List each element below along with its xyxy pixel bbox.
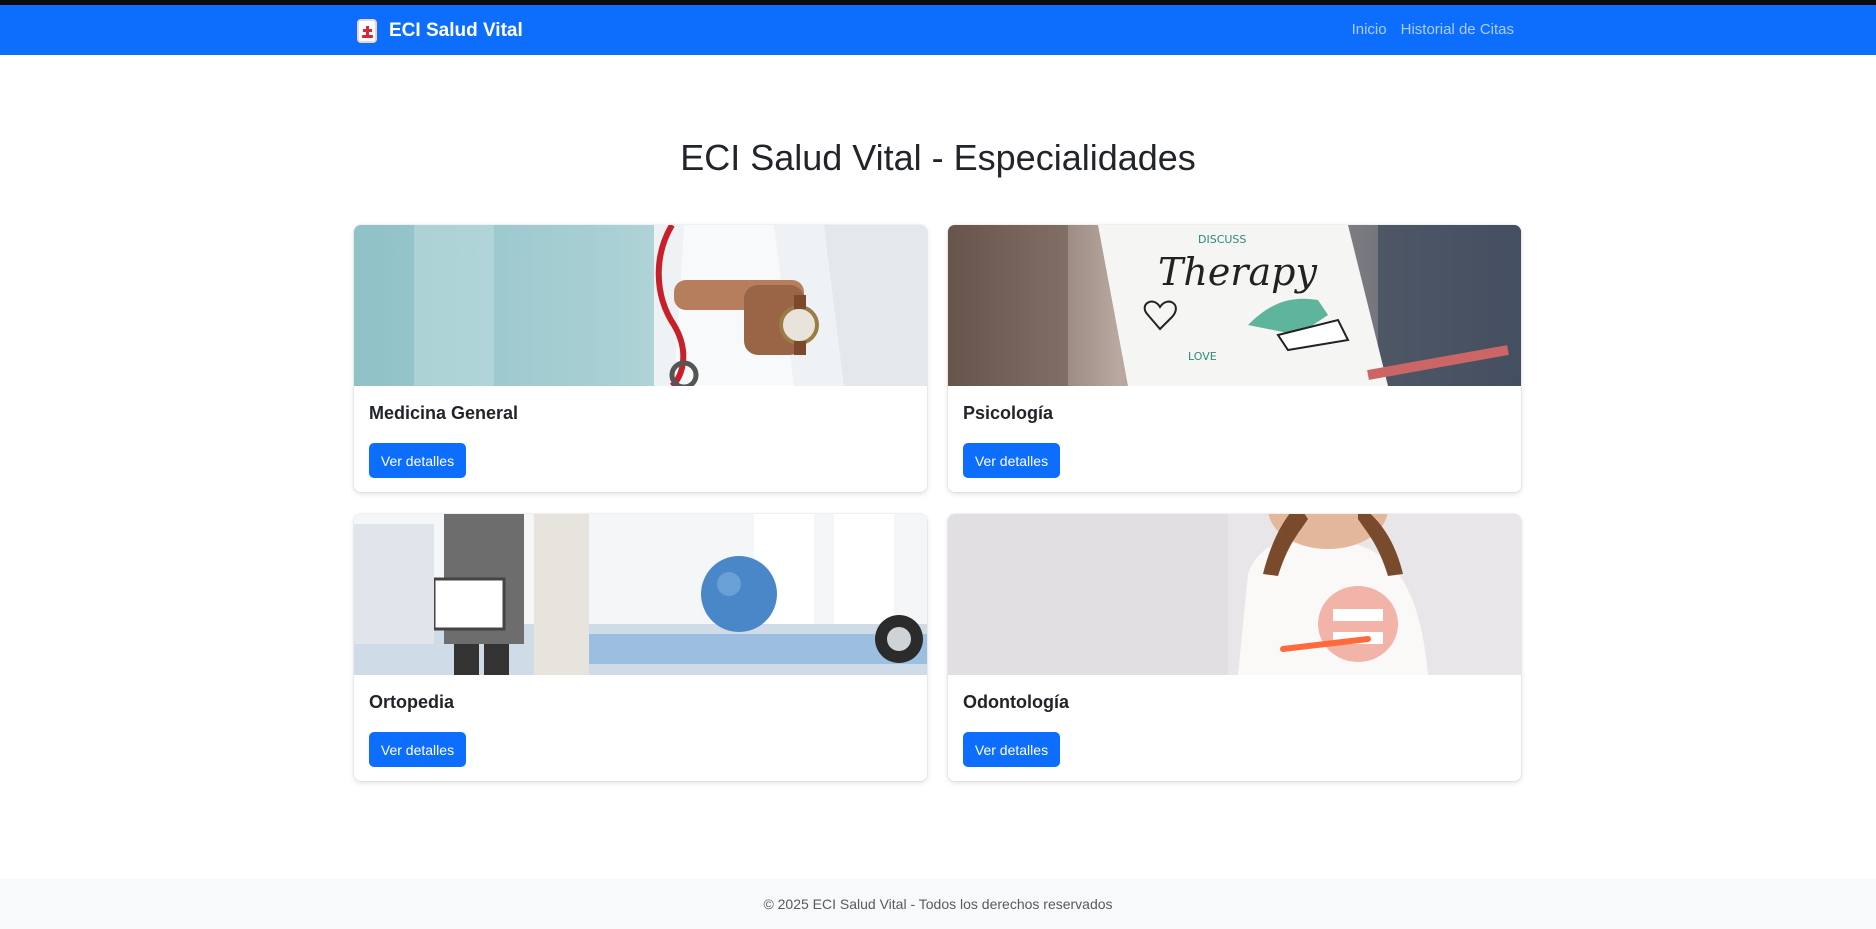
nav-links: Inicio Historial de Citas (1352, 21, 1514, 38)
specialty-card-medicina-general: Medicina General Ver detalles (354, 225, 927, 492)
page-title: ECI Salud Vital - Especialidades (680, 137, 1196, 178)
brand-link[interactable]: ECI Salud Vital (357, 18, 523, 44)
nav-link-inicio[interactable]: Inicio (1352, 21, 1387, 38)
card-title: Medicina General (369, 403, 519, 423)
dental-photo (948, 514, 1521, 675)
ver-detalles-button[interactable]: Ver detalles (963, 732, 1060, 767)
medical-cross-icon (357, 19, 377, 43)
svg-text:DISCUSS: DISCUSS (1198, 233, 1246, 246)
footer-copyright: © 2025 ECI Salud Vital - Todos los derec… (763, 896, 1113, 912)
specialty-card-odontologia: Odontología Ver detalles (948, 514, 1521, 781)
nav-link-historial[interactable]: Historial de Citas (1401, 21, 1514, 38)
ver-detalles-button[interactable]: Ver detalles (963, 443, 1060, 478)
ver-detalles-button[interactable]: Ver detalles (369, 732, 466, 767)
navbar: ECI Salud Vital Inicio Historial de Cita… (0, 5, 1876, 55)
footer: © 2025 ECI Salud Vital - Todos los derec… (0, 879, 1876, 929)
brand-name: ECI Salud Vital (389, 20, 523, 41)
doctor-photo (354, 225, 927, 386)
card-title: Psicología (963, 403, 1054, 423)
ver-detalles-button[interactable]: Ver detalles (369, 443, 466, 478)
svg-text:Therapy: Therapy (1158, 250, 1317, 294)
card-title: Ortopedia (369, 692, 455, 712)
physiotherapy-photo (354, 514, 927, 675)
svg-text:LOVE: LOVE (1188, 350, 1217, 363)
specialty-card-psicologia: Therapy DISCUSS LOVE Psicología Ver deta… (948, 225, 1521, 492)
therapy-photo: Therapy DISCUSS LOVE (948, 225, 1521, 386)
card-title: Odontología (963, 692, 1069, 712)
specialty-card-ortopedia: Ortopedia Ver detalles (354, 514, 927, 781)
